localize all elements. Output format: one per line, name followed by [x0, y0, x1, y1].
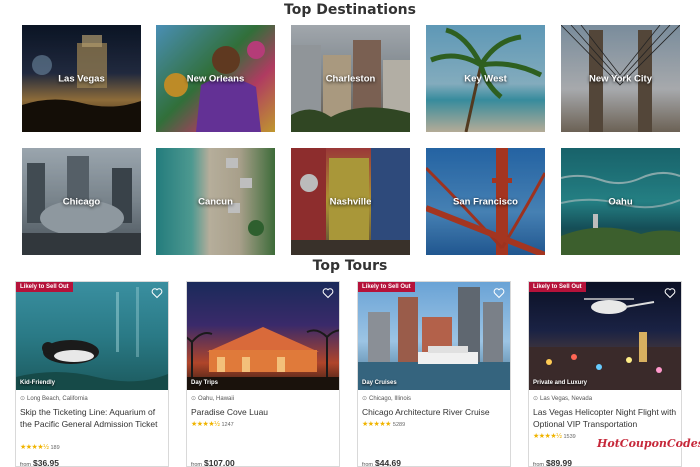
- price: from $89.99: [533, 458, 572, 467]
- star-rating-icon: ★★★★½: [533, 433, 562, 440]
- tour-title-link[interactable]: Paradise Cove Luau: [191, 406, 339, 418]
- heart-icon[interactable]: [664, 287, 676, 299]
- destination-label: Las Vegas: [58, 73, 105, 84]
- location-text: Oahu, Hawaii: [198, 396, 235, 402]
- likely-to-sell-out-badge: Likely to Sell Out: [529, 282, 586, 292]
- tour-title-link[interactable]: Skip the Ticketing Line: Aquarium of the…: [20, 406, 168, 430]
- river-cruise-image: [358, 287, 510, 390]
- tour-card-aquarium[interactable]: Likely to Sell Out Kid-Friendly ⊙ Long Be…: [15, 281, 169, 467]
- review-count: 189: [50, 445, 60, 451]
- destination-tile-cancun[interactable]: Cancun: [156, 148, 275, 255]
- luau-stage-image: [187, 327, 339, 390]
- review-count: 1247: [221, 422, 234, 428]
- price-amount: $44.69: [375, 458, 401, 467]
- rating: ★★★★½ 1539: [533, 432, 576, 440]
- price: from $107.00: [191, 458, 235, 467]
- category-label: Private and Luxury: [533, 380, 588, 386]
- destination-label: San Francisco: [453, 196, 518, 207]
- top-destinations-heading: Top Destinations: [284, 2, 416, 18]
- destination-label: Chicago: [62, 196, 101, 207]
- location-pin-icon: ⊙: [20, 396, 26, 402]
- tour-location: ⊙ Oahu, Hawaii: [191, 395, 234, 402]
- price-from-label: from: [362, 462, 373, 467]
- destination-tile-key-west[interactable]: Key West: [426, 25, 545, 132]
- tour-image: Likely to Sell Out Private and Luxury: [529, 282, 681, 390]
- destination-tile-new-orleans[interactable]: New Orleans: [156, 25, 275, 132]
- destination-label: New York City: [588, 73, 652, 84]
- tour-location: ⊙ Chicago, Illinois: [362, 395, 411, 402]
- destination-tile-oahu[interactable]: Oahu: [561, 148, 680, 255]
- rating: ★★★★½ 1247: [191, 420, 234, 428]
- destination-label: Oahu: [608, 196, 633, 207]
- destinations-grid: Las Vegas New Orleans Charleston Key Wes…: [22, 25, 680, 257]
- destination-label: Cancun: [198, 196, 233, 207]
- watermark-logo: HotCouponCodes: [597, 437, 700, 450]
- destination-tile-charleston[interactable]: Charleston: [291, 25, 410, 132]
- price: from $44.69: [362, 458, 401, 467]
- star-rating-icon: ★★★★½: [20, 444, 49, 451]
- tour-title-link[interactable]: Chicago Architecture River Cruise: [362, 406, 510, 418]
- price: from $36.95: [20, 458, 59, 467]
- penguin-image: [16, 287, 168, 390]
- location-text: Chicago, Illinois: [369, 396, 412, 402]
- price-from-label: from: [20, 462, 31, 467]
- review-count: 1539: [563, 434, 576, 440]
- location-text: Long Beach, California: [27, 396, 88, 402]
- tour-image: Likely to Sell Out Kid-Friendly: [16, 282, 168, 390]
- destination-label: Nashville: [329, 196, 372, 207]
- top-tours-heading: Top Tours: [312, 258, 388, 274]
- location-pin-icon: ⊙: [362, 396, 368, 402]
- likely-to-sell-out-badge: Likely to Sell Out: [358, 282, 415, 292]
- category-label: Day Trips: [191, 380, 219, 386]
- rating: ★★★★½ 189: [20, 443, 60, 451]
- location-text: Las Vegas, Nevada: [540, 396, 593, 402]
- tour-location: ⊙ Long Beach, California: [20, 395, 88, 402]
- star-rating-icon: ★★★★½: [191, 421, 220, 428]
- destination-tile-las-vegas[interactable]: Las Vegas: [22, 25, 141, 132]
- star-rating-icon: ★★★★★: [362, 421, 391, 428]
- price-amount: $36.95: [33, 458, 59, 467]
- price-from-label: from: [533, 462, 544, 467]
- destination-label: Charleston: [325, 73, 376, 84]
- category-label: Kid-Friendly: [20, 380, 56, 386]
- destination-tile-nashville[interactable]: Nashville: [291, 148, 410, 255]
- tour-card-chicago-cruise[interactable]: Likely to Sell Out Day Cruises ⊙ Chicago,…: [357, 281, 511, 467]
- destination-tile-chicago[interactable]: Chicago: [22, 148, 141, 255]
- destination-tile-new-york-city[interactable]: New York City: [561, 25, 680, 132]
- price-from-label: from: [191, 462, 202, 467]
- tour-image: Likely to Sell Out Day Cruises: [358, 282, 510, 390]
- destination-label: New Orleans: [186, 73, 245, 84]
- destination-tile-san-francisco[interactable]: San Francisco: [426, 148, 545, 255]
- rating: ★★★★★ 5289: [362, 420, 405, 428]
- price-amount: $107.00: [204, 458, 235, 467]
- helicopter-night-image: [529, 298, 681, 390]
- category-label: Day Cruises: [362, 380, 397, 386]
- heart-icon[interactable]: [493, 287, 505, 299]
- heart-icon[interactable]: [322, 287, 334, 299]
- heart-icon[interactable]: [151, 287, 163, 299]
- tour-title-link[interactable]: Las Vegas Helicopter Night Flight with O…: [533, 406, 681, 430]
- tour-location: ⊙ Las Vegas, Nevada: [533, 395, 592, 402]
- location-pin-icon: ⊙: [533, 396, 539, 402]
- tour-card-paradise-cove[interactable]: Day Trips ⊙ Oahu, Hawaii Paradise Cove Lu…: [186, 281, 340, 467]
- location-pin-icon: ⊙: [191, 396, 197, 402]
- destination-label: Key West: [464, 73, 507, 84]
- price-amount: $89.99: [546, 458, 572, 467]
- tour-image: Day Trips: [187, 282, 339, 390]
- review-count: 5289: [392, 422, 406, 428]
- likely-to-sell-out-badge: Likely to Sell Out: [16, 282, 73, 292]
